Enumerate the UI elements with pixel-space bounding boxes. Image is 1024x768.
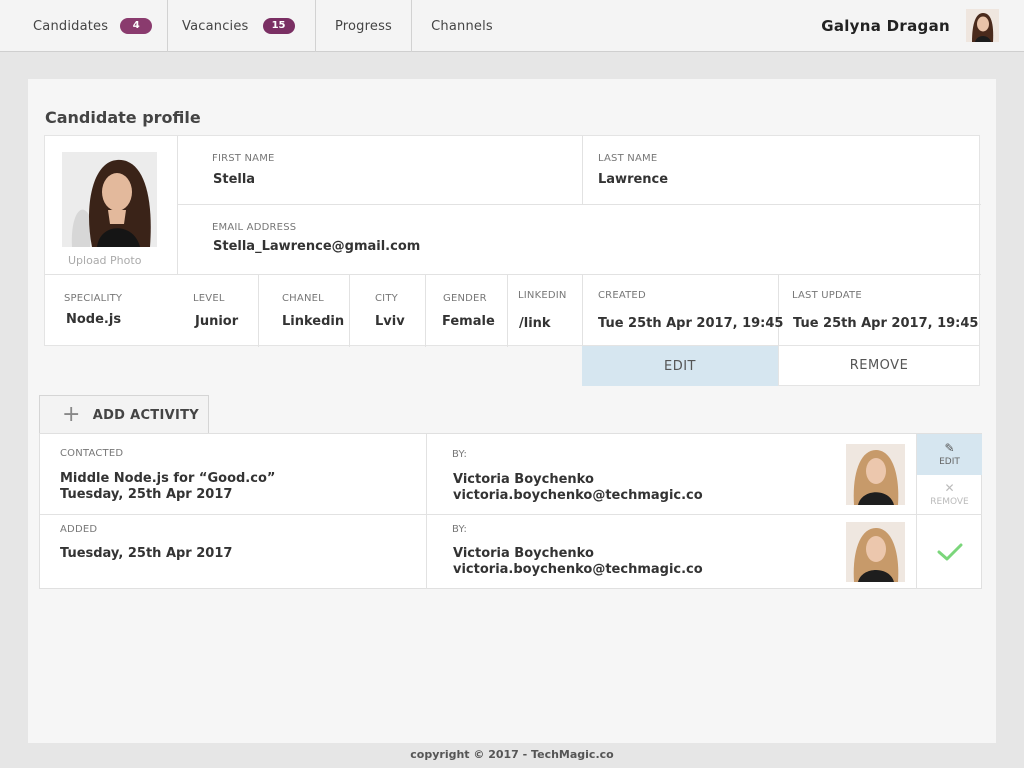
- divider: [40, 514, 982, 515]
- divider: [582, 136, 583, 205]
- nav-tab-label: Progress: [334, 18, 393, 34]
- divider: [178, 204, 981, 205]
- recruiter-avatar: [846, 522, 905, 582]
- email-label: EMAIL ADDRESS: [212, 222, 297, 233]
- divider: [45, 274, 981, 275]
- level-value[interactable]: Junior: [195, 314, 238, 329]
- remove-activity-button[interactable]: ✕ REMOVE: [917, 475, 982, 514]
- candidate-photo[interactable]: [62, 152, 157, 247]
- email-value[interactable]: Stella_Lawrence@gmail.com: [213, 239, 420, 254]
- top-nav-bar: Candidates 4 Vacancies 15 Progress Chann…: [0, 0, 1024, 52]
- created-label: CREATED: [598, 290, 646, 301]
- nav-tab-vacancies[interactable]: Vacancies 15: [168, 0, 316, 52]
- divider: [349, 275, 350, 347]
- gender-label: GENDER: [443, 293, 487, 304]
- upload-photo-link[interactable]: Upload Photo: [68, 254, 141, 267]
- level-label: LEVEL: [193, 293, 225, 304]
- last-update-label: LAST UPDATE: [792, 290, 862, 301]
- activity-date: Tuesday, 25th Apr 2017: [60, 487, 233, 502]
- nav-tab-label: Channels: [431, 18, 493, 34]
- last-name-value[interactable]: Lawrence: [598, 172, 668, 187]
- first-name-value[interactable]: Stella: [213, 172, 255, 187]
- by-label: BY:: [452, 449, 468, 460]
- city-label: CITY: [375, 293, 398, 304]
- divider: [426, 434, 427, 589]
- gender-value[interactable]: Female: [442, 314, 495, 329]
- footer-copyright: copyright © 2017 - TechMagic.co: [410, 748, 614, 761]
- speciality-label: SPECIALITY: [64, 293, 123, 304]
- checkmark-icon: [937, 543, 962, 561]
- remove-profile-button[interactable]: REMOVE: [778, 346, 980, 386]
- by-email[interactable]: victoria.boychenko@techmagic.co: [453, 488, 703, 503]
- created-value: Tue 25th Apr 2017, 19:45: [598, 316, 784, 331]
- edit-activity-button[interactable]: ✎ EDIT: [917, 434, 982, 475]
- last-update-value: Tue 25th Apr 2017, 19:45: [793, 316, 979, 331]
- divider: [425, 275, 426, 347]
- nav-tab-channels[interactable]: Channels: [412, 0, 512, 52]
- activity-date: Tuesday, 25th Apr 2017: [60, 546, 233, 561]
- activity-type-label: ADDED: [60, 524, 98, 535]
- chanel-label: CHANEL: [282, 293, 324, 304]
- count-badge: 4: [120, 18, 153, 34]
- edit-activity-label: EDIT: [939, 457, 960, 467]
- nav-tab-progress[interactable]: Progress: [316, 0, 412, 52]
- activity-type-label: CONTACTED: [60, 448, 124, 459]
- chanel-value[interactable]: Linkedin: [282, 314, 344, 329]
- divider: [258, 275, 259, 347]
- by-email[interactable]: victoria.boychenko@techmagic.co: [453, 562, 703, 577]
- by-name: Victoria Boychenko: [453, 546, 594, 561]
- user-name[interactable]: Galyna Dragan: [821, 17, 950, 35]
- recruiter-avatar: [846, 444, 905, 505]
- edit-profile-button[interactable]: EDIT: [582, 346, 778, 386]
- divider: [507, 275, 508, 347]
- speciality-value[interactable]: Node.js: [66, 312, 121, 327]
- add-activity-button[interactable]: + ADD ACTIVITY: [39, 395, 209, 434]
- activity-title: Middle Node.js for “Good.co”: [60, 471, 276, 486]
- divider: [177, 136, 178, 274]
- nav-tab-label: Candidates: [33, 18, 109, 34]
- count-badge: 15: [262, 18, 295, 34]
- divider: [778, 275, 779, 347]
- confirm-activity-button[interactable]: [917, 515, 982, 589]
- by-name: Victoria Boychenko: [453, 472, 594, 487]
- plus-icon: +: [62, 402, 81, 427]
- user-avatar[interactable]: [966, 9, 999, 42]
- activity-table: CONTACTED Middle Node.js for “Good.co” T…: [39, 433, 982, 589]
- add-activity-label: ADD ACTIVITY: [92, 407, 199, 423]
- nav-tab-candidates[interactable]: Candidates 4: [0, 0, 168, 52]
- city-value[interactable]: Lviv: [375, 314, 405, 329]
- candidate-profile-panel: Upload Photo FIRST NAME Stella LAST NAME…: [44, 135, 981, 347]
- by-label: BY:: [452, 524, 468, 535]
- page-title: Candidate profile: [45, 108, 201, 127]
- remove-activity-label: REMOVE: [930, 497, 969, 507]
- nav-tab-label: Vacancies: [182, 18, 249, 34]
- divider: [582, 275, 583, 347]
- main-card: Candidate profile Upload Photo FIRST NAM…: [28, 79, 996, 743]
- linkedin-label: LINKEDIN: [518, 290, 567, 301]
- linkedin-link[interactable]: /link: [519, 316, 551, 331]
- last-name-label: LAST NAME: [598, 153, 658, 164]
- first-name-label: FIRST NAME: [212, 153, 275, 164]
- pencil-icon: ✎: [944, 441, 955, 455]
- close-icon: ✕: [944, 481, 955, 495]
